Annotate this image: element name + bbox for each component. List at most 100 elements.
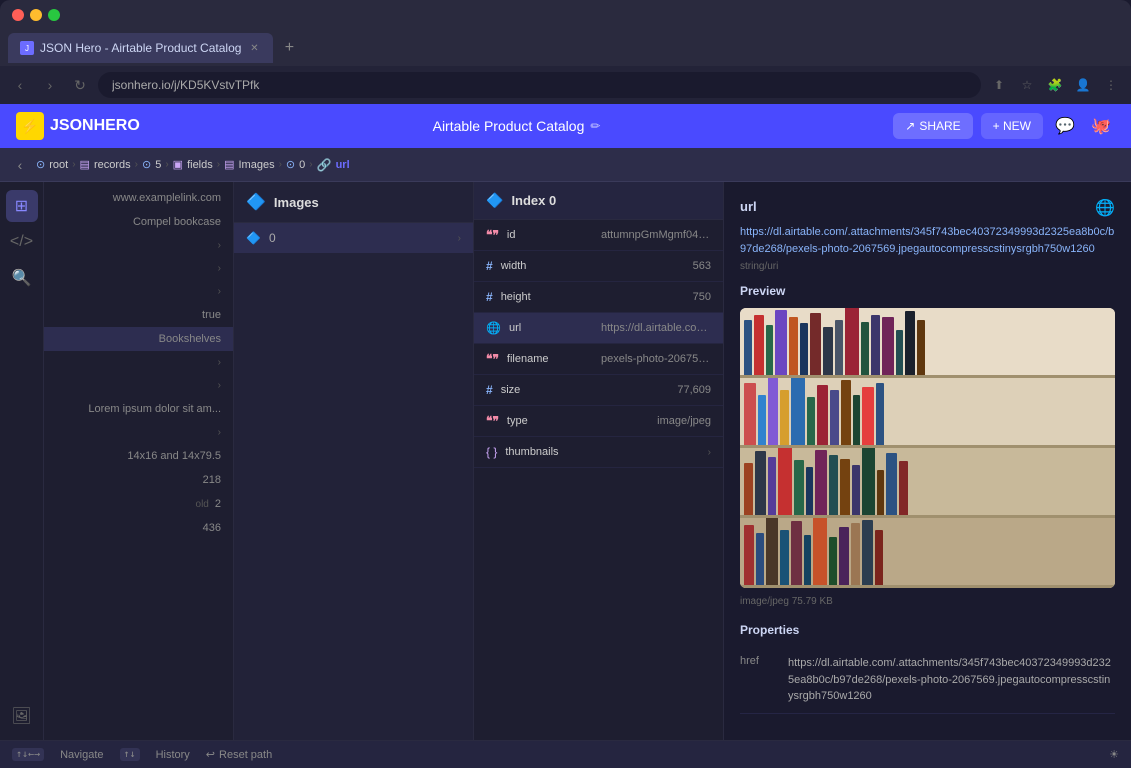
edit-icon[interactable]: ✏: [590, 119, 600, 133]
book: [744, 463, 753, 515]
book: [780, 390, 789, 445]
chevron-icon: ›: [218, 427, 221, 438]
new-button[interactable]: + NEW: [981, 113, 1043, 139]
history-keys: ↑↓: [120, 748, 140, 761]
val-item-2[interactable]: Compel bookcase: [44, 210, 233, 234]
share-button[interactable]: ↗ SHARE: [893, 113, 972, 139]
theme-toggle[interactable]: ☀: [1109, 748, 1119, 761]
index-row-thumbnails[interactable]: { } thumbnails ›: [474, 437, 723, 468]
index-panel-header: 🔷 Index 0: [474, 182, 723, 220]
book: [841, 380, 851, 445]
detail-url-value: https://dl.airtable.com/.attachments/345…: [740, 224, 1115, 257]
book: [800, 323, 808, 375]
val-item-218[interactable]: 218: [44, 468, 233, 492]
profile-button[interactable]: 👤: [1071, 73, 1095, 97]
book: [789, 317, 798, 375]
index-row-height-left: # height: [486, 290, 531, 304]
reset-path-item[interactable]: ↩ Reset path: [206, 748, 272, 761]
val-item-lorem[interactable]: Lorem ipsum dolor sit am...: [44, 397, 233, 421]
globe-icon: 🌐: [1095, 198, 1115, 218]
val-item-436[interactable]: 436: [44, 516, 233, 540]
val-item-dimensions[interactable]: 14x16 and 14x79.5: [44, 444, 233, 468]
share-page-button[interactable]: ⬆: [987, 73, 1011, 97]
breadcrumb-sep-6: ›: [309, 159, 312, 170]
breadcrumb-sep-3: ›: [165, 159, 168, 170]
sidebar-icons: ⊞ </> 🔍 🖼: [0, 182, 44, 740]
history-item[interactable]: History: [156, 749, 190, 761]
index-row-width[interactable]: # width 563: [474, 251, 723, 282]
traffic-light-maximize[interactable]: [48, 9, 60, 21]
url-type-icon: 🌐: [486, 321, 501, 335]
val-item-5[interactable]: ›: [44, 280, 233, 303]
fields-icon: ▣: [173, 158, 183, 171]
breadcrumb-item-fields[interactable]: ▣ fields: [173, 158, 213, 171]
discord-button[interactable]: 💬: [1051, 112, 1079, 140]
images-icon: ▤: [224, 158, 234, 171]
book: [829, 537, 837, 585]
val-item-6[interactable]: true: [44, 303, 233, 327]
traffic-light-minimize[interactable]: [30, 9, 42, 21]
navigate-item[interactable]: Navigate: [60, 749, 103, 761]
book: [766, 518, 778, 585]
breadcrumb-sep-4: ›: [217, 159, 220, 170]
traffic-light-close[interactable]: [12, 9, 24, 21]
book: [835, 320, 843, 375]
menu-button[interactable]: ⋮: [1099, 73, 1123, 97]
reload-button[interactable]: ↻: [68, 73, 92, 97]
book: [830, 390, 839, 445]
new-tab-button[interactable]: +: [277, 36, 301, 60]
tab-close-button[interactable]: ✕: [247, 41, 261, 55]
book: [813, 518, 827, 585]
app-name: JSONHERO: [50, 117, 140, 135]
address-input[interactable]: [98, 72, 981, 98]
index-row-url[interactable]: 🌐 url https://dl.airtable.com/.attach...: [474, 313, 723, 344]
val-item-4[interactable]: ›: [44, 257, 233, 280]
breadcrumb-item-0[interactable]: ⊙ 0: [286, 158, 305, 171]
breadcrumb-item-records[interactable]: ▤ records: [80, 158, 131, 171]
values-column: www.examplelink.com Compel bookcase › › …: [44, 182, 234, 740]
sidebar-icon-image[interactable]: 🖼: [6, 700, 38, 732]
index-row-type[interactable]: ❝❞ type image/jpeg: [474, 406, 723, 437]
val-item-3[interactable]: ›: [44, 234, 233, 257]
sidebar-icon-tree[interactable]: ⊞: [6, 190, 38, 222]
val-item-8[interactable]: ›: [44, 351, 233, 374]
back-button[interactable]: ‹: [8, 73, 32, 97]
images-panel-item-0[interactable]: 🔷 0 ›: [234, 223, 473, 253]
index-row-size[interactable]: # size 77,609: [474, 375, 723, 406]
github-button[interactable]: 🐙: [1087, 112, 1115, 140]
index-row-width-left: # width: [486, 259, 526, 273]
val-item-old[interactable]: old 2: [44, 492, 233, 516]
breadcrumb-item-images[interactable]: ▤ Images: [224, 158, 274, 171]
images-item-chevron: ›: [458, 233, 461, 244]
app-header: ⚡ JSONHERO Airtable Product Catalog ✏ ↗ …: [0, 104, 1131, 148]
index-row-id[interactable]: ❝❞ id attumnpGmMgmf04Uz: [474, 220, 723, 251]
book: [744, 320, 752, 375]
sidebar-icon-code[interactable]: </>: [6, 226, 38, 258]
book: [755, 451, 766, 515]
breadcrumb-item-5[interactable]: ⊙ 5: [142, 158, 161, 171]
book: [766, 325, 773, 375]
breadcrumb-item-url[interactable]: 🔗 url: [317, 158, 350, 172]
image-meta: image/jpeg 75.79 KB: [740, 596, 1115, 607]
images-panel-header: 🔷 Images: [234, 182, 473, 223]
book: [862, 387, 874, 445]
sidebar-icon-search[interactable]: 🔍: [6, 262, 38, 294]
book: [744, 525, 754, 585]
val-item-9[interactable]: ›: [44, 374, 233, 397]
bookmark-button[interactable]: ☆: [1015, 73, 1039, 97]
index-row-height[interactable]: # height 750: [474, 282, 723, 313]
forward-button[interactable]: ›: [38, 73, 62, 97]
logo-icon: ⚡: [16, 112, 44, 140]
book: [905, 311, 915, 375]
book: [845, 308, 859, 375]
breadcrumb-item-root[interactable]: ⊙ root: [36, 158, 68, 171]
val-item-1[interactable]: www.examplelink.com: [44, 186, 233, 210]
breadcrumb-back[interactable]: ‹: [8, 153, 32, 177]
val-item-11[interactable]: ›: [44, 421, 233, 444]
browser-tab[interactable]: J JSON Hero - Airtable Product Catalog ✕: [8, 33, 273, 63]
extensions-button[interactable]: 🧩: [1043, 73, 1067, 97]
index-row-filename[interactable]: ❝❞ filename pexels-photo-2067569.jpeg?..…: [474, 344, 723, 375]
reset-path-icon: ↩: [206, 748, 215, 761]
book: [899, 461, 908, 515]
val-item-bookshelves[interactable]: Bookshelves: [44, 327, 233, 351]
